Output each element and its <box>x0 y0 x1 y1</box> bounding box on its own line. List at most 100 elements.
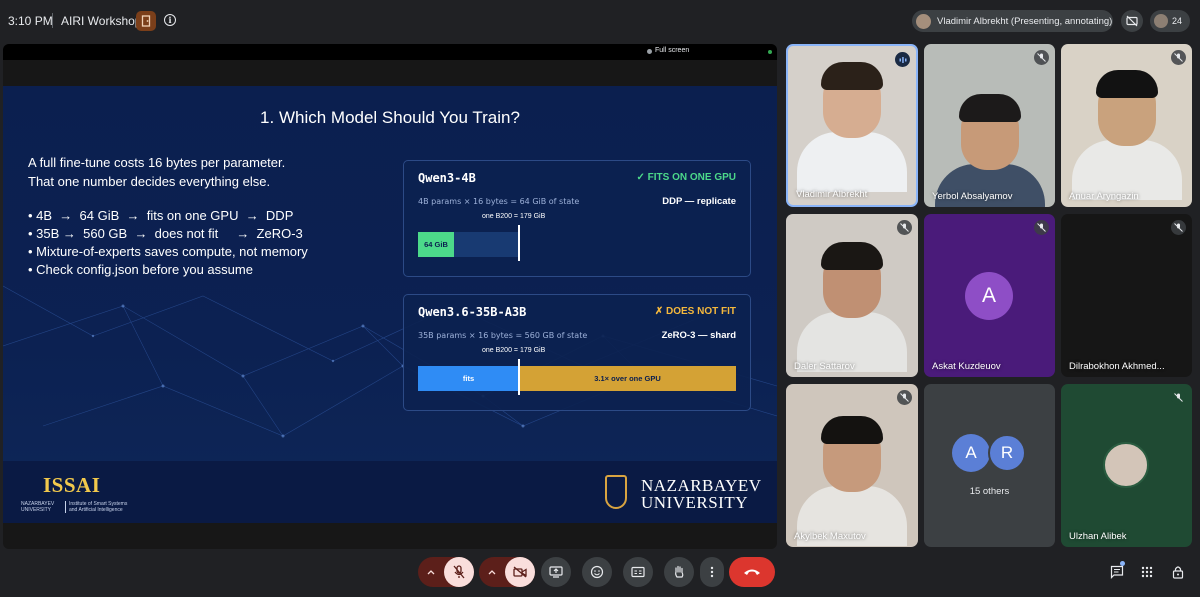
participant-name: Askat Kuzdeuov <box>932 361 1001 372</box>
host-controls-lock-icon[interactable] <box>1169 563 1187 581</box>
avatar: R <box>988 434 1026 472</box>
mic-off-icon <box>897 220 912 235</box>
slide-intro: A full fine-tune costs 16 bytes per para… <box>28 153 285 191</box>
camera-control-group <box>479 557 535 587</box>
speaking-indicator-icon <box>895 52 910 67</box>
present-screen-button[interactable] <box>541 557 571 587</box>
model-card-qwen3-35b: Qwen3.6-35B-A3B ✗ DOES NOT FIT 35B param… <box>403 294 751 411</box>
mic-off-icon <box>897 390 912 405</box>
participant-name: Vladimir Albrekht <box>796 189 868 200</box>
participant-video <box>797 62 907 192</box>
slide-footer: ISSAI NAZARBAYEV UNIVERSITY Institute of… <box>3 461 777 523</box>
mic-off-icon <box>1171 50 1186 65</box>
avatar <box>1154 14 1168 28</box>
university-emblem-icon <box>605 475 627 509</box>
avatar <box>1103 442 1149 488</box>
mic-toggle-button[interactable] <box>444 557 474 587</box>
fit-status: ✗ DOES NOT FIT <box>654 306 736 317</box>
memory-used-bar: 64 GiB <box>418 232 454 257</box>
mic-control-group <box>418 557 474 587</box>
mic-options-chevron-icon[interactable] <box>418 569 444 575</box>
memory-bar: 64 GiB <box>418 225 736 261</box>
strategy-label: DDP — replicate <box>662 196 736 207</box>
slide-title: 1. Which Model Should You Train? <box>260 108 520 127</box>
people-button[interactable]: 24 <box>1150 10 1190 32</box>
memory-fits-bar: fits <box>418 366 519 391</box>
camera-options-chevron-icon[interactable] <box>479 569 505 575</box>
participant-video <box>797 242 907 372</box>
avatar <box>916 13 931 29</box>
bullet-item: • Check config.json before you assume <box>28 262 253 277</box>
fullscreen-button[interactable]: Full screen <box>655 47 689 54</box>
participant-tile[interactable]: Anuar Aryngazin <box>1061 44 1192 207</box>
gpu-limit-line <box>518 359 520 395</box>
presentation-stage: Full screen 1. Which Model Should You Tr… <box>3 44 777 549</box>
intro-line: A full fine-tune costs 16 bytes per para… <box>28 155 286 170</box>
presenter-label: Vladimir Albrekht (Presenting, annotatin… <box>937 15 1113 27</box>
intro-line: That one number decides everything else. <box>28 174 271 189</box>
participant-tile[interactable]: Daler Sattarov <box>786 214 918 377</box>
leave-call-button[interactable] <box>729 557 775 587</box>
slide: 1. Which Model Should You Train? A full … <box>3 86 777 523</box>
activities-icon[interactable] <box>1138 563 1156 581</box>
gpu-capacity-label: one B200 = 179 GiB <box>482 347 546 354</box>
participant-tile[interactable]: Ulzhan Alibek <box>1061 384 1192 547</box>
mic-off-icon <box>1034 50 1049 65</box>
participant-name: Akylbek Maxutov <box>794 531 866 542</box>
participant-tile[interactable]: Vladimir Albrekht <box>786 44 918 207</box>
participant-name: Ulzhan Alibek <box>1069 531 1127 542</box>
issai-subtitle: Institute of Smart Systems and Artificia… <box>65 501 135 513</box>
participant-video <box>797 416 907 546</box>
avatar: A <box>965 272 1013 320</box>
participant-tile[interactable]: Dilrabokhon Akhmed... <box>1061 214 1192 377</box>
raise-hand-button[interactable] <box>664 557 694 587</box>
params-formula: 35B params × 16 bytes = 560 GB of state <box>418 331 588 340</box>
participant-video <box>1071 70 1182 200</box>
model-card-qwen3-4b: Qwen3-4B ✓ FITS ON ONE GPU 4B params × 1… <box>403 160 751 277</box>
participant-tile[interactable]: A Askat Kuzdeuov <box>924 214 1055 377</box>
top-bar: 3:10 PM AIRI Workshop i Vladimir Albrekh… <box>0 0 1200 42</box>
meeting-time: 3:10 PM <box>8 14 53 28</box>
memory-over-bar: 3.1× over one GPU <box>519 366 736 391</box>
fullscreen-dot-icon <box>647 49 652 54</box>
captions-off-icon[interactable] <box>1121 10 1143 32</box>
memory-free-bar <box>454 232 518 257</box>
status-dot-icon <box>768 50 772 54</box>
bullet-item: • 35B → 560 GB → does not fit → ZeRO-3 <box>28 226 303 241</box>
participant-tile[interactable]: Akylbek Maxutov <box>786 384 918 547</box>
participant-name: Dilrabokhon Akhmed... <box>1069 361 1165 372</box>
captions-button[interactable] <box>623 557 653 587</box>
more-options-icon[interactable] <box>700 557 724 587</box>
slide-bullets: • 4B → 64 GiB → fits on one GPU → DDP • … <box>28 207 308 279</box>
gpu-capacity-label: one B200 = 179 GiB <box>482 213 546 220</box>
memory-bar: fits 3.1× over one GPU <box>418 359 736 395</box>
presenter-chip[interactable]: Vladimir Albrekht (Presenting, annotatin… <box>912 10 1113 32</box>
issai-logo: ISSAI <box>43 473 101 497</box>
others-label: 15 others <box>969 486 1010 497</box>
bullet-item: • Mixture-of-experts saves compute, not … <box>28 244 308 259</box>
participant-name: Daler Sattarov <box>794 361 855 372</box>
participant-name: Yerbol Absalyamov <box>932 191 1013 202</box>
fit-status: ✓ FITS ON ONE GPU <box>636 172 737 183</box>
emoji-reaction-button[interactable] <box>582 557 612 587</box>
others-tile[interactable]: A R 15 others <box>924 384 1055 547</box>
gpu-limit-line <box>518 225 520 261</box>
meeting-info-icon[interactable]: i <box>164 14 176 26</box>
params-formula: 4B params × 16 bytes = 64 GiB of state <box>418 197 580 206</box>
bullet-item: • 4B → 64 GiB → fits on one GPU → DDP <box>28 208 294 223</box>
meeting-title: AIRI Workshop <box>61 14 142 28</box>
model-name: Qwen3.6-35B-A3B <box>418 305 527 319</box>
university-logo: NAZARBAYEV UNIVERSITY <box>641 477 762 511</box>
model-name: Qwen3-4B <box>418 171 476 185</box>
mic-off-icon <box>1171 390 1186 405</box>
camera-toggle-button[interactable] <box>505 557 535 587</box>
university-line: UNIVERSITY <box>641 493 748 512</box>
notification-dot-icon <box>1120 561 1125 566</box>
participant-tile[interactable]: Yerbol Absalyamov <box>924 44 1055 207</box>
mic-off-icon <box>1171 220 1186 235</box>
participant-count: 24 <box>1172 16 1183 26</box>
issai-subtitle: NAZARBAYEV UNIVERSITY <box>21 501 55 513</box>
breakout-room-icon[interactable] <box>136 11 156 31</box>
strategy-label: ZeRO-3 — shard <box>661 330 736 341</box>
stage-header: Full screen <box>3 44 777 60</box>
